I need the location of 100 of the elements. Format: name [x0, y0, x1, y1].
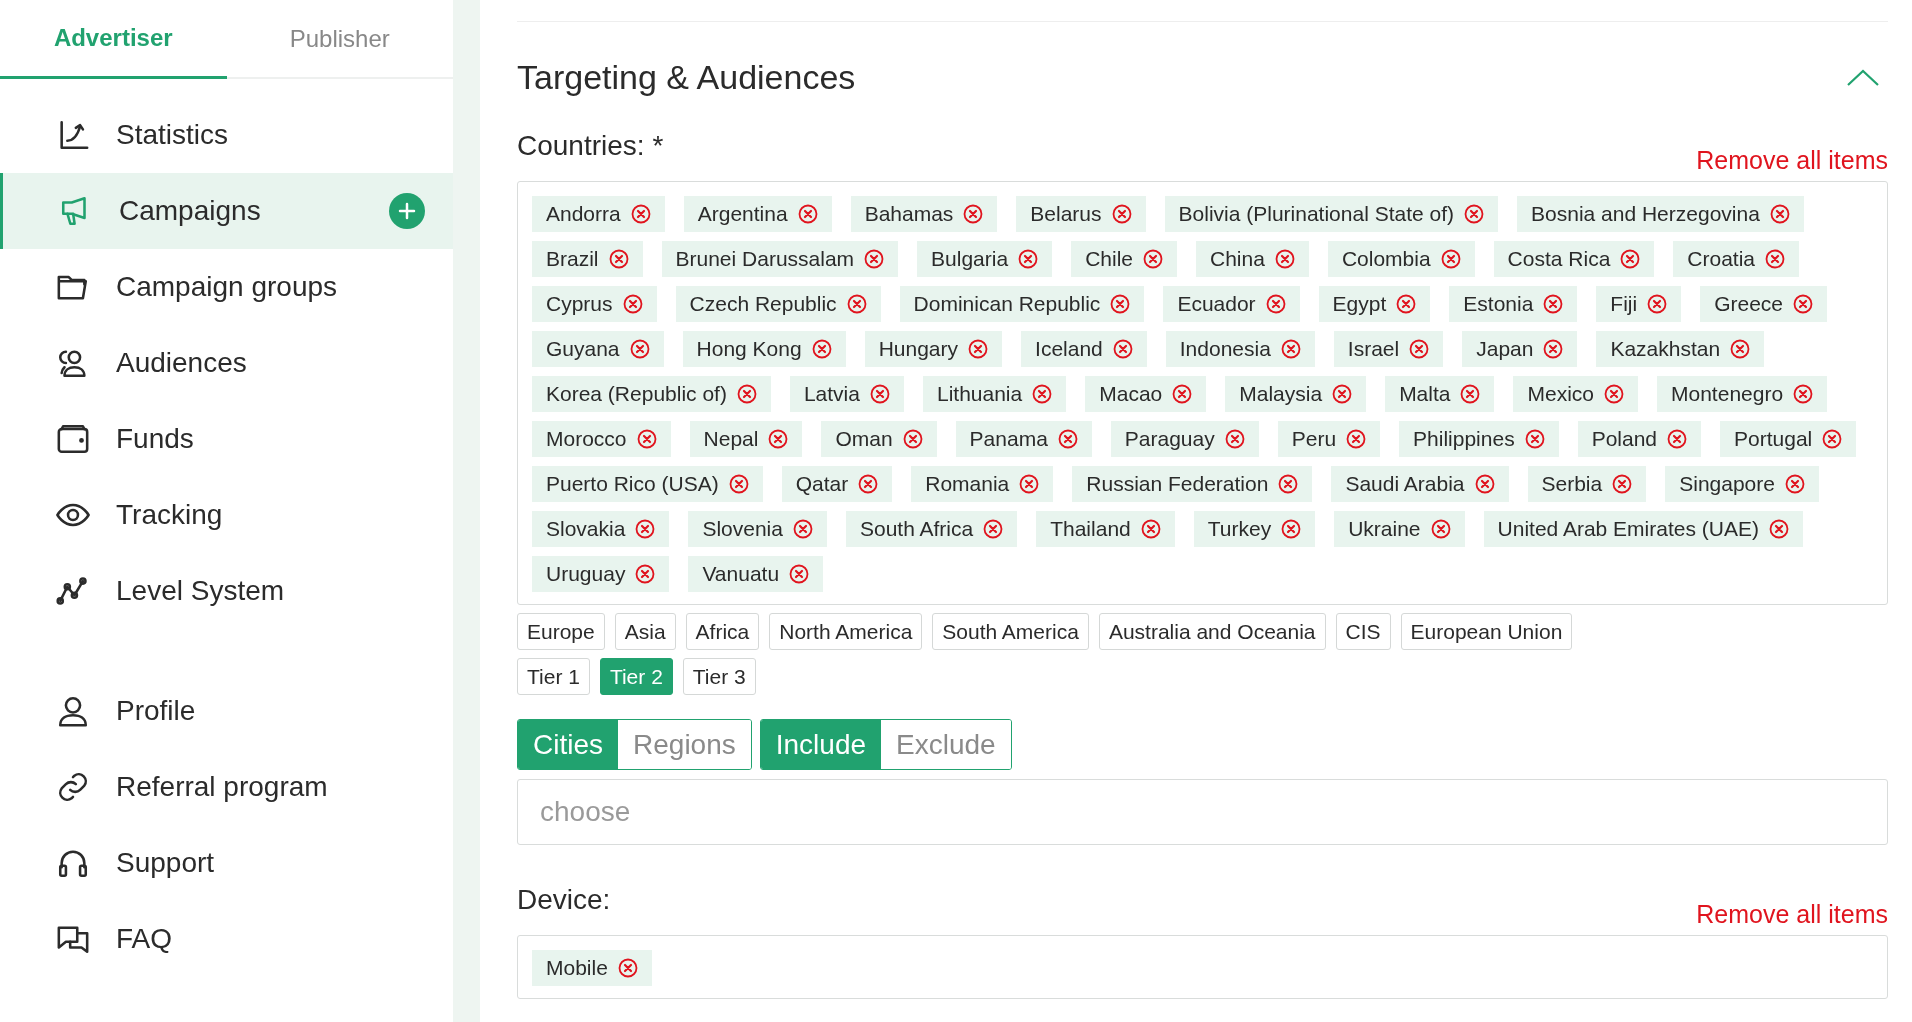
remove-icon[interactable]: [1793, 384, 1814, 404]
remove-icon[interactable]: [1396, 294, 1417, 314]
menu-item[interactable]: Tracking: [0, 477, 453, 553]
tag-label: Uruguay: [546, 561, 626, 588]
remove-icon[interactable]: [635, 519, 656, 539]
remove-icon[interactable]: [1524, 429, 1545, 449]
remove-icon[interactable]: [736, 384, 757, 404]
tag-label: Philippines: [1413, 426, 1515, 453]
remove-icon[interactable]: [1430, 519, 1451, 539]
remove-icon[interactable]: [1620, 249, 1641, 269]
remove-icon[interactable]: [636, 429, 657, 449]
remove-icon[interactable]: [983, 519, 1004, 539]
menu-item[interactable]: Campaign groups: [0, 249, 453, 325]
remove-icon[interactable]: [1612, 474, 1633, 494]
remove-icon[interactable]: [1464, 204, 1485, 224]
remove-icon[interactable]: [1667, 429, 1688, 449]
remove-icon[interactable]: [1018, 249, 1039, 269]
search-field[interactable]: choose: [517, 779, 1888, 845]
remove-all-link[interactable]: Remove all items: [1696, 895, 1888, 933]
remove-icon[interactable]: [1784, 474, 1805, 494]
menu-item[interactable]: Support: [0, 825, 453, 901]
tag-label: Fiji: [1610, 291, 1638, 318]
remove-icon[interactable]: [968, 339, 989, 359]
remove-icon[interactable]: [869, 384, 890, 404]
remove-icon[interactable]: [1769, 204, 1790, 224]
preset-button[interactable]: North America: [769, 613, 923, 650]
tag-input[interactable]: Mobile: [517, 935, 1888, 999]
remove-icon[interactable]: [1110, 294, 1131, 314]
tag-label: Hong Kong: [696, 336, 802, 363]
remove-icon[interactable]: [1604, 384, 1624, 404]
remove-icon[interactable]: [629, 339, 650, 359]
remove-icon[interactable]: [1032, 384, 1053, 404]
preset-button[interactable]: Europe: [517, 613, 605, 650]
remove-icon[interactable]: [1730, 339, 1751, 359]
remove-icon[interactable]: [963, 204, 984, 224]
remove-icon[interactable]: [630, 204, 651, 224]
preset-button[interactable]: Africa: [685, 613, 760, 650]
remove-icon[interactable]: [1280, 339, 1301, 359]
remove-icon[interactable]: [789, 564, 810, 584]
tag-input[interactable]: [517, 181, 1888, 605]
remove-icon[interactable]: [1346, 429, 1367, 449]
remove-all-link[interactable]: Remove all items: [1696, 141, 1888, 179]
remove-icon[interactable]: [617, 958, 638, 978]
remove-icon[interactable]: [858, 474, 879, 494]
preset-button[interactable]: CIS: [1335, 613, 1391, 650]
tag-label: Colombia: [1341, 246, 1431, 273]
collapse-toggle[interactable]: [1846, 67, 1880, 88]
remove-icon[interactable]: [797, 204, 818, 224]
remove-icon[interactable]: [768, 429, 789, 449]
remove-icon[interactable]: [728, 474, 749, 494]
remove-icon[interactable]: [1768, 519, 1789, 539]
preset-button[interactable]: Tier 3: [682, 658, 756, 695]
remove-icon[interactable]: [622, 294, 643, 314]
remove-icon[interactable]: [1793, 294, 1814, 314]
remove-icon[interactable]: [608, 249, 629, 269]
remove-icon[interactable]: [1143, 249, 1163, 269]
remove-icon[interactable]: [1281, 519, 1302, 539]
remove-icon[interactable]: [1440, 249, 1461, 269]
menu-item[interactable]: Audiences: [0, 325, 453, 401]
remove-icon[interactable]: [1057, 429, 1078, 449]
menu-item[interactable]: Campaigns: [0, 173, 453, 249]
remove-icon[interactable]: [1543, 339, 1564, 359]
remove-icon[interactable]: [635, 564, 656, 584]
remove-icon[interactable]: [1140, 519, 1161, 539]
remove-icon[interactable]: [1278, 474, 1299, 494]
add-button[interactable]: [389, 193, 425, 229]
remove-icon[interactable]: [1822, 429, 1843, 449]
preset-button[interactable]: South America: [932, 613, 1089, 650]
preset-button[interactable]: Australia and Oceania: [1098, 613, 1326, 650]
field-label: Countries: *: [517, 129, 664, 163]
menu-item[interactable]: Referral program: [0, 749, 453, 825]
remove-icon[interactable]: [902, 429, 923, 449]
tag-label: Iceland: [1035, 336, 1103, 363]
remove-icon[interactable]: [792, 519, 813, 539]
remove-icon[interactable]: [1111, 204, 1132, 224]
tab[interactable]: Publisher: [226, 0, 453, 77]
remove-icon[interactable]: [1332, 384, 1353, 404]
remove-icon[interactable]: [1172, 384, 1193, 404]
preset-button[interactable]: Asia: [614, 613, 676, 650]
remove-icon[interactable]: [846, 294, 867, 314]
remove-icon[interactable]: [1019, 474, 1040, 494]
remove-icon[interactable]: [1409, 339, 1430, 359]
remove-icon[interactable]: [1224, 429, 1245, 449]
remove-icon[interactable]: [864, 249, 885, 269]
remove-icon[interactable]: [811, 339, 832, 359]
remove-icon[interactable]: [1460, 384, 1481, 404]
remove-icon[interactable]: [1265, 294, 1286, 314]
menu-item[interactable]: FAQ: [0, 901, 453, 977]
remove-icon[interactable]: [1765, 249, 1785, 269]
menu-item[interactable]: Level System: [0, 553, 453, 629]
remove-icon[interactable]: [1474, 474, 1495, 494]
remove-icon[interactable]: [1543, 294, 1564, 314]
menu-item[interactable]: Statistics: [0, 97, 453, 173]
menu-item[interactable]: Profile: [0, 673, 453, 749]
preset-button[interactable]: Tier 1: [517, 658, 590, 695]
remove-icon[interactable]: [1274, 249, 1295, 269]
remove-icon[interactable]: [1647, 294, 1668, 314]
preset-button[interactable]: European Union: [1400, 613, 1573, 650]
menu-item[interactable]: Funds: [0, 401, 453, 477]
remove-icon[interactable]: [1112, 339, 1133, 359]
